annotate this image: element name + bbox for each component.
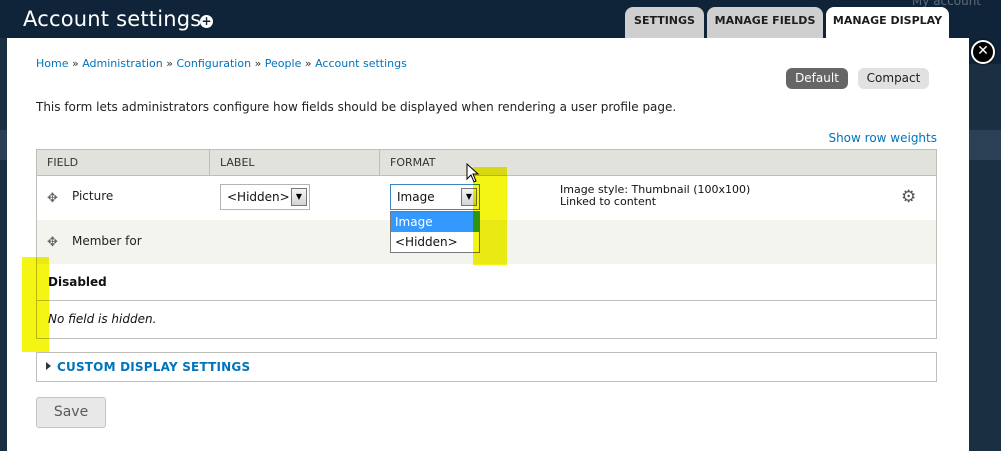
label-select[interactable]: <Hidden> ▼ <box>220 184 310 210</box>
column-header-field: FIELD <box>47 156 79 169</box>
breadcrumb: Home » Administration » Configuration » … <box>36 57 407 70</box>
formatter-summary: Image style: Thumbnail (100x100) Linked … <box>560 184 750 208</box>
label-select-value: <Hidden> <box>227 190 290 204</box>
background-right-band <box>969 130 1001 160</box>
format-select-value: Image <box>397 190 435 204</box>
breadcrumb-people[interactable]: People <box>265 57 302 70</box>
drag-handle-icon[interactable]: ✥ <box>47 192 61 206</box>
breadcrumb-configuration[interactable]: Configuration <box>176 57 251 70</box>
format-select[interactable]: Image ▼ <box>390 184 480 210</box>
top-header: Account settings + My account SETTINGS M… <box>0 0 1001 38</box>
drag-handle-icon[interactable]: ✥ <box>47 236 61 250</box>
region-disabled-title: Disabled <box>48 275 107 289</box>
page-title: Account settings <box>23 7 202 31</box>
close-icon[interactable]: ✕ <box>971 40 995 64</box>
highlight-marker <box>22 257 49 352</box>
region-disabled-row: Disabled <box>37 264 936 301</box>
breadcrumb-home[interactable]: Home <box>36 57 68 70</box>
region-empty-row: No field is hidden. <box>37 301 936 338</box>
view-mode-default-button[interactable]: Default <box>786 68 848 89</box>
format-dropdown-list: Image <Hidden> <box>390 211 480 253</box>
save-button[interactable]: Save <box>36 397 106 428</box>
field-name: Member for <box>72 234 142 248</box>
summary-link: Linked to content <box>560 195 657 208</box>
form-description: This form lets administrators configure … <box>36 100 677 114</box>
tab-manage-display[interactable]: MANAGE DISPLAY <box>826 7 949 38</box>
gear-icon[interactable]: ⚙ <box>901 189 916 206</box>
column-header-format: FORMAT <box>379 150 436 175</box>
breadcrumb-separator: » <box>71 57 79 70</box>
field-name: Picture <box>72 189 114 203</box>
collapse-triangle-icon[interactable] <box>46 362 51 370</box>
custom-display-settings-fieldset[interactable]: CUSTOM DISPLAY SETTINGS <box>36 352 937 382</box>
tab-settings[interactable]: SETTINGS <box>625 7 704 38</box>
region-empty-message: No field is hidden. <box>48 312 157 326</box>
plus-circle-icon[interactable]: + <box>200 15 213 28</box>
dropdown-option-image[interactable]: Image <box>391 212 479 232</box>
mouse-cursor-icon <box>466 163 480 183</box>
view-mode-compact-button[interactable]: Compact <box>858 68 929 89</box>
breadcrumb-administration[interactable]: Administration <box>82 57 163 70</box>
tab-manage-fields[interactable]: MANAGE FIELDS <box>707 7 823 38</box>
breadcrumb-separator: » <box>166 57 173 70</box>
custom-display-settings-label[interactable]: CUSTOM DISPLAY SETTINGS <box>57 360 250 374</box>
column-header-label: LABEL <box>209 150 255 175</box>
show-row-weights-link[interactable]: Show row weights <box>828 131 937 145</box>
dropdown-arrow-icon[interactable]: ▼ <box>291 188 307 206</box>
breadcrumb-separator: » <box>254 57 262 70</box>
dropdown-option-hidden[interactable]: <Hidden> <box>391 232 479 252</box>
breadcrumb-separator: » <box>304 57 312 70</box>
breadcrumb-account-settings[interactable]: Account settings <box>315 57 407 70</box>
background-left <box>0 38 7 451</box>
background-right <box>969 64 1001 451</box>
background-left-band <box>0 130 7 160</box>
